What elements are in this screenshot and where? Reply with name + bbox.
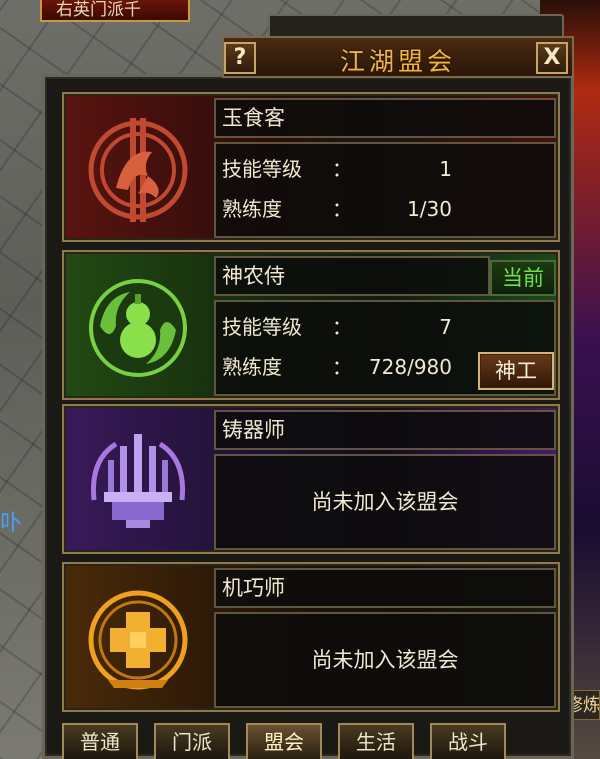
not-joined-message: 尚未加入该盟会	[311, 648, 459, 672]
help-button[interactable]: ?	[224, 42, 256, 74]
skill-level-value: 1	[439, 157, 452, 181]
proficiency-value: 728/980	[368, 355, 452, 379]
koi-fish-emblem-icon	[88, 118, 188, 222]
not-joined-message: 尚未加入该盟会	[311, 490, 459, 514]
proficiency-label: 熟练度	[222, 355, 282, 379]
puzzle-cube-emblem-icon	[88, 590, 188, 690]
window-title: 江湖盟会	[339, 47, 456, 76]
guild-info: 技能等级 ： 7 熟练度 ： 728/980 神工	[214, 300, 556, 396]
proficiency-row: 熟练度 ： 728/980	[222, 352, 452, 382]
shengong-button[interactable]: 神工	[478, 352, 554, 390]
gourd-vine-emblem-icon	[89, 279, 187, 377]
skill-level-row: 技能等级 ： 7	[222, 312, 452, 342]
guild-name: 铸器师	[214, 410, 556, 450]
guild-card-yushike[interactable]: 玉食客 技能等级 ： 1 熟练度 ： 1/30	[62, 92, 560, 242]
tab-life[interactable]: 生活	[338, 723, 414, 759]
title-bar: 江湖盟会	[222, 36, 574, 78]
guild-card-jiqiaoshi[interactable]: 机巧师 尚未加入该盟会	[62, 562, 560, 712]
skill-level-value: 7	[439, 315, 452, 339]
guild-name: 玉食客	[214, 98, 556, 138]
proficiency-value: 1/30	[407, 197, 452, 221]
tab-guild[interactable]: 盟会	[246, 723, 322, 759]
background-panel-title: 右英门派千	[40, 0, 190, 22]
guild-info: 尚未加入该盟会	[214, 454, 556, 550]
background-npc-label: 卟	[0, 511, 23, 536]
guild-info: 技能等级 ： 1 熟练度 ： 1/30	[214, 142, 556, 238]
tab-combat[interactable]: 战斗	[430, 723, 506, 759]
category-tabs: 普通 门派 盟会 生活 战斗	[62, 723, 522, 759]
proficiency-row: 熟练度 ： 1/30	[222, 194, 452, 224]
close-button[interactable]: X	[536, 42, 568, 74]
tab-sect[interactable]: 门派	[154, 723, 230, 759]
skill-level-row: 技能等级 ： 1	[222, 154, 452, 184]
skill-level-label: 技能等级	[222, 157, 302, 181]
guild-card-shennongshi[interactable]: 神农侍 当前 技能等级 ： 7 熟练度 ： 728/980 神工	[62, 250, 560, 400]
guild-name: 机巧师	[214, 568, 556, 608]
current-status-badge: 当前	[490, 260, 556, 296]
title-decoration	[268, 14, 564, 38]
skill-level-label: 技能等级	[222, 315, 302, 339]
forge-weapons-emblem-icon	[90, 434, 186, 528]
guild-name: 神农侍	[214, 256, 490, 296]
proficiency-label: 熟练度	[222, 197, 282, 221]
guild-card-zhuqishi[interactable]: 铸器师 尚未加入该盟会	[62, 404, 560, 554]
guild-info: 尚未加入该盟会	[214, 612, 556, 708]
tab-normal[interactable]: 普通	[62, 723, 138, 759]
